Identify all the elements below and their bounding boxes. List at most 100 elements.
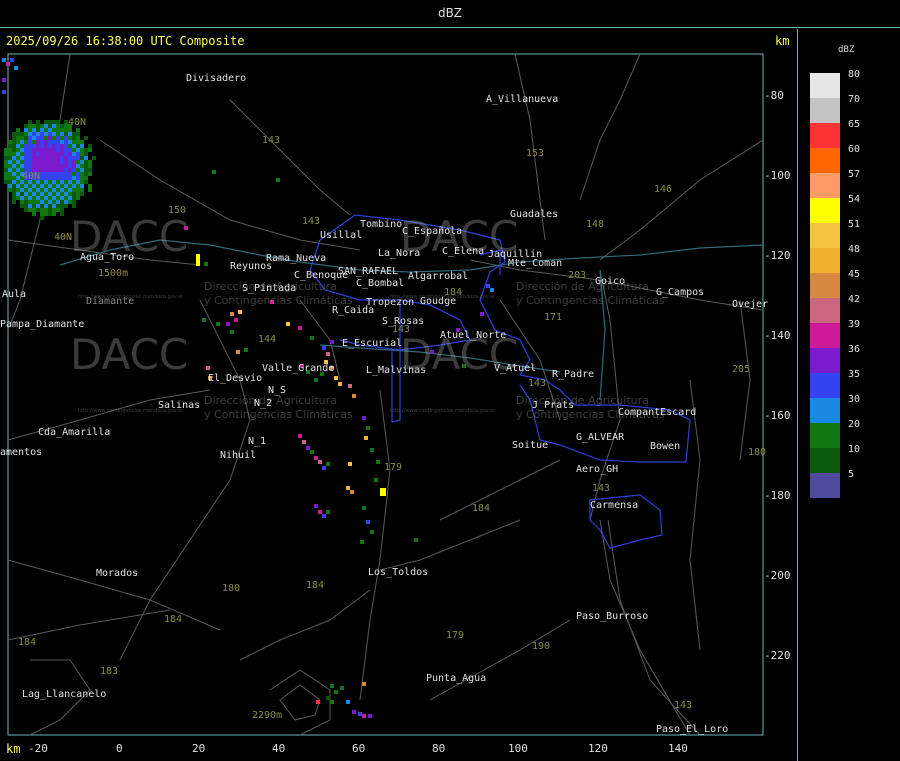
route-number: 203 [568,270,587,281]
reflectivity-pixel [56,196,60,200]
reflectivity-pixel [68,200,72,204]
reflectivity-pixel [12,168,16,172]
reflectivity-pixel [374,478,378,482]
reflectivity-pixel [84,160,88,164]
route-number: 40N [22,171,41,182]
reflectivity-pixel [334,690,338,694]
reflectivity-pixel [80,184,84,188]
reflectivity-pixel [36,188,40,192]
reflectivity-pixel [36,164,40,168]
reflectivity-pixel [44,184,48,188]
reflectivity-pixel [48,204,52,208]
reflectivity-pixel [44,156,48,160]
reflectivity-pixel [12,188,16,192]
reflectivity-pixel [64,136,68,140]
legend-swatch [810,373,840,398]
reflectivity-pixel [68,180,72,184]
x-tick-label: 20 [192,742,206,755]
reflectivity-pixel [28,160,32,164]
reflectivity-pixel [80,180,84,184]
reflectivity-pixel [64,156,68,160]
place-label: 1500m [98,268,129,279]
reflectivity-pixel [72,168,76,172]
reflectivity-pixel [88,148,92,152]
reflectivity-pixel [88,172,92,176]
reflectivity-pixel [88,144,92,148]
reflectivity-pixel [80,192,84,196]
reflectivity-pixel [44,144,48,148]
reflectivity-pixel [48,120,52,124]
reflectivity-pixel [28,120,32,124]
reflectivity-pixel [60,204,64,208]
reflectivity-pixel [56,132,60,136]
reflectivity-pixel [44,124,48,128]
reflectivity-pixel [212,170,216,174]
reflectivity-pixel [72,152,76,156]
reflectivity-pixel [480,312,484,316]
reflectivity-pixel [40,156,44,160]
place-label: Bowen [650,441,681,452]
route-number: 184 [306,580,325,591]
reflectivity-pixel [72,184,76,188]
place-label: J_Prats [532,400,575,411]
reflectivity-pixel [60,156,64,160]
legend-title: dBZ [838,45,855,55]
legend-swatch [810,248,840,273]
place-label: Punta_Agua [426,673,487,684]
place-label: Agua_Toro [80,252,135,263]
reflectivity-pixel [16,188,20,192]
reflectivity-pixel [16,184,20,188]
reflectivity-pixel [48,176,52,180]
reflectivity-pixel [52,180,56,184]
reflectivity-pixel [276,178,280,182]
reflectivity-pixel [48,140,52,144]
reflectivity-pixel [76,156,80,160]
reflectivity-pixel [48,188,52,192]
reflectivity-pixel [28,192,32,196]
reflectivity-pixel [12,140,16,144]
reflectivity-pixel [52,144,56,148]
reflectivity-pixel [36,192,40,196]
legend-label: 35 [848,369,861,380]
reflectivity-pixel [60,192,64,196]
reflectivity-pixel [24,200,28,204]
reflectivity-pixel [32,184,36,188]
y-tick-label: -120 [764,249,791,262]
reflectivity-pixel [4,176,8,180]
route-number: 143 [592,483,611,494]
reflectivity-pixel [56,184,60,188]
reflectivity-pixel [32,140,36,144]
reflectivity-pixel [60,148,64,152]
reflectivity-pixel [72,148,76,152]
reflectivity-pixel [16,192,20,196]
reflectivity-pixel [52,128,56,132]
reflectivity-pixel [338,382,342,386]
reflectivity-pixel [60,184,64,188]
route-number: 179 [384,462,403,473]
reflectivity-pixel [60,152,64,156]
reflectivity-pixel [20,132,24,136]
reflectivity-pixel [4,152,8,156]
reflectivity-pixel [44,132,48,136]
reflectivity-pixel [48,128,52,132]
reflectivity-pixel [28,136,32,140]
reflectivity-pixel [68,164,72,168]
y-tick-label: -220 [764,649,791,662]
reflectivity-pixel [20,148,24,152]
reflectivity-pixel [48,212,52,216]
reflectivity-pixel [68,136,72,140]
reflectivity-pixel [64,132,68,136]
reflectivity-pixel [64,192,68,196]
reflectivity-pixel [68,128,72,132]
route-number: 143 [528,378,547,389]
reflectivity-pixel [28,148,32,152]
place-label: Soitue [512,440,549,451]
legend-swatch [810,123,840,148]
reflectivity-pixel [4,148,8,152]
reflectivity-pixel [80,144,84,148]
place-label: CompantEscard [618,407,697,418]
reflectivity-pixel [36,208,40,212]
reflectivity-pixel [490,288,494,292]
reflectivity-pixel [32,160,36,164]
route-number: 148 [586,219,605,230]
